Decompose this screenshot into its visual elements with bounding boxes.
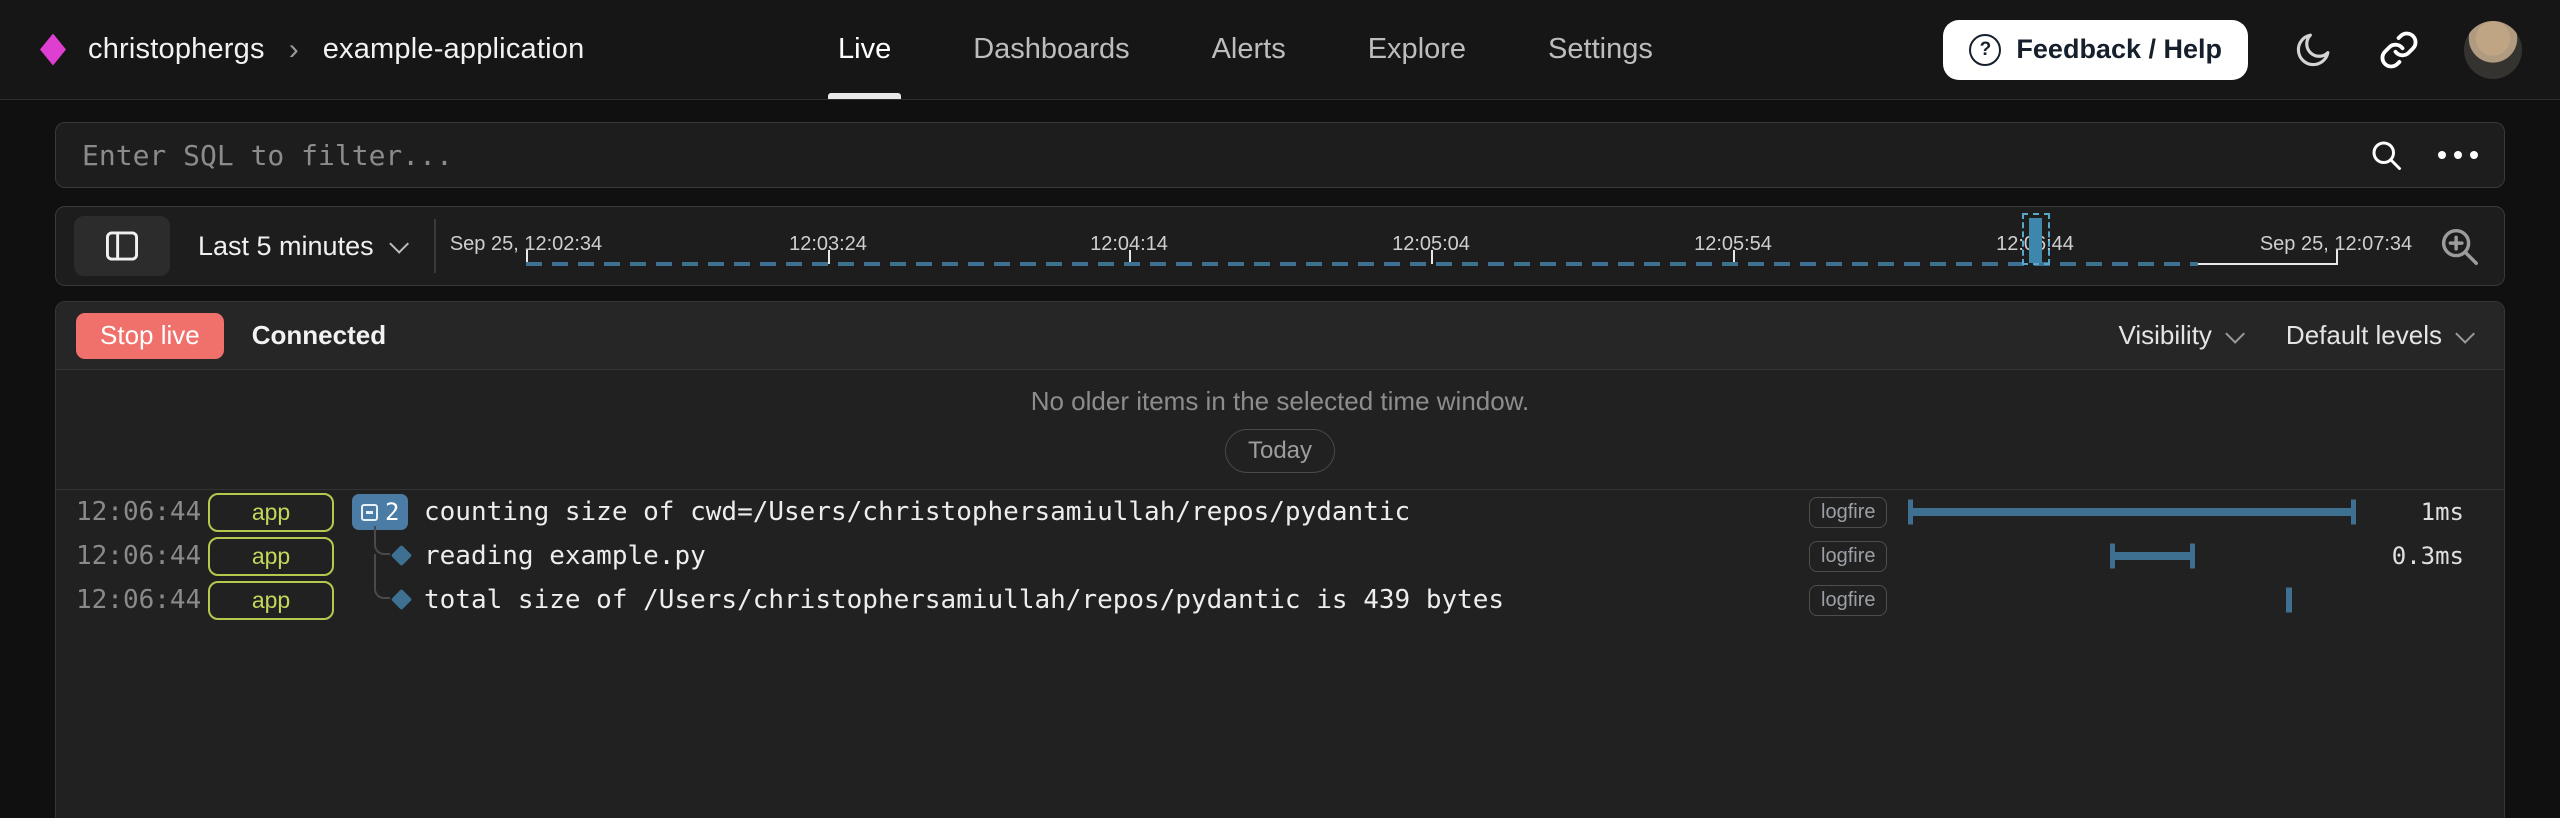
default-levels-label: Default levels bbox=[2286, 320, 2442, 351]
span-diamond-icon bbox=[391, 589, 412, 610]
log-message: reading example.py bbox=[424, 541, 1809, 571]
tab-explore[interactable]: Explore bbox=[1368, 0, 1466, 99]
tab-alerts-label: Alerts bbox=[1212, 33, 1286, 66]
today-button[interactable]: Today bbox=[1225, 429, 1335, 473]
tree-elbow bbox=[374, 570, 390, 599]
time-range-bar: Last 5 minutes Sep 25, 12:02:34 12:03:24… bbox=[55, 206, 2505, 286]
timeline-end-line bbox=[2198, 263, 2338, 265]
visibility-dropdown[interactable]: Visibility bbox=[2118, 320, 2239, 351]
share-link-button[interactable] bbox=[2378, 29, 2420, 71]
tag-badge[interactable]: logfire bbox=[1809, 585, 1887, 616]
moon-icon bbox=[2292, 29, 2334, 71]
tag-badge[interactable]: logfire bbox=[1809, 497, 1887, 528]
tab-alerts[interactable]: Alerts bbox=[1212, 0, 1286, 99]
service-badge[interactable]: app bbox=[208, 537, 334, 576]
empty-state-message: No older items in the selected time wind… bbox=[56, 386, 2504, 417]
search-icon bbox=[2368, 137, 2404, 173]
span-diamond-icon bbox=[391, 545, 412, 566]
trace-row[interactable]: 12:06:44 app total size of /Users/christ… bbox=[56, 578, 2504, 622]
logfire-logo-icon[interactable] bbox=[40, 34, 66, 66]
tab-dashboards[interactable]: Dashboards bbox=[973, 0, 1129, 99]
nav-tabs: Live Dashboards Alerts Explore Settings bbox=[838, 0, 1653, 99]
duration-bar-cell bbox=[1909, 534, 2369, 578]
service-badge[interactable]: app bbox=[208, 581, 334, 620]
sql-filter-bar bbox=[55, 122, 2505, 188]
theme-toggle-button[interactable] bbox=[2292, 29, 2334, 71]
collapse-icon bbox=[361, 504, 378, 521]
chevron-down-icon bbox=[389, 234, 409, 254]
tab-explore-label: Explore bbox=[1368, 33, 1466, 66]
duration-bar-cell bbox=[1909, 578, 2369, 622]
row-timestamp: 12:06:44 bbox=[76, 585, 196, 615]
zoom-in-button[interactable] bbox=[2436, 223, 2482, 269]
log-instant-tick bbox=[2286, 588, 2292, 613]
sidebar-panel-icon bbox=[104, 230, 140, 262]
tag-badge[interactable]: logfire bbox=[1809, 541, 1887, 572]
nav-right-cluster: ? Feedback / Help bbox=[1943, 0, 2522, 99]
default-levels-dropdown[interactable]: Default levels bbox=[2286, 320, 2470, 351]
top-nav: christophergs › example-application Live… bbox=[0, 0, 2560, 100]
zoom-in-icon bbox=[2436, 223, 2482, 269]
timeline-selection-box[interactable] bbox=[2022, 213, 2050, 265]
filter-more-button[interactable] bbox=[2438, 151, 2478, 159]
row-timestamp: 12:06:44 bbox=[76, 497, 196, 527]
breadcrumb-separator-icon: › bbox=[287, 33, 301, 67]
feedback-help-button[interactable]: ? Feedback / Help bbox=[1943, 20, 2248, 80]
ellipsis-icon bbox=[2438, 151, 2478, 159]
live-panel: Stop live Connected Visibility Default l… bbox=[55, 301, 2505, 818]
tab-live[interactable]: Live bbox=[838, 0, 891, 99]
tree-elbow bbox=[374, 526, 390, 555]
connection-status: Connected bbox=[252, 320, 386, 351]
time-range-select[interactable]: Last 5 minutes bbox=[198, 231, 404, 262]
live-toolbar: Stop live Connected Visibility Default l… bbox=[56, 302, 2504, 370]
chevron-down-icon bbox=[2225, 323, 2245, 343]
search-button[interactable] bbox=[2368, 137, 2404, 173]
duration-bar-cell bbox=[1909, 490, 2369, 534]
visibility-label: Visibility bbox=[2118, 320, 2211, 351]
tab-live-label: Live bbox=[838, 33, 891, 66]
timeline-tick bbox=[2336, 250, 2338, 264]
sql-filter-input[interactable] bbox=[82, 139, 2368, 172]
breadcrumb-org[interactable]: christophergs bbox=[88, 33, 265, 66]
question-icon: ? bbox=[1969, 34, 2001, 66]
log-message: counting size of cwd=/Users/christophers… bbox=[424, 497, 1809, 527]
log-message: total size of /Users/christophersamiulla… bbox=[424, 585, 1809, 615]
trace-row[interactable]: 12:06:44 app 2 counting size of cwd=/Use… bbox=[56, 490, 2504, 534]
link-icon bbox=[2378, 29, 2420, 71]
child-count: 2 bbox=[385, 498, 399, 526]
service-badge[interactable]: app bbox=[208, 493, 334, 532]
sidebar-toggle-button[interactable] bbox=[74, 216, 170, 276]
tab-settings-label: Settings bbox=[1548, 33, 1653, 66]
breadcrumb: christophergs › example-application bbox=[40, 33, 584, 67]
time-range-label: Last 5 minutes bbox=[198, 231, 374, 262]
user-avatar[interactable] bbox=[2464, 21, 2522, 79]
row-timestamp: 12:06:44 bbox=[76, 541, 196, 571]
duration-label: 1ms bbox=[2369, 498, 2464, 526]
span-duration-bar bbox=[2111, 552, 2194, 560]
tab-dashboards-label: Dashboards bbox=[973, 33, 1129, 66]
tree-cell bbox=[346, 578, 424, 622]
duration-label: 0.3ms bbox=[2369, 542, 2464, 570]
timebar-divider bbox=[434, 219, 436, 273]
span-duration-bar bbox=[1909, 508, 2355, 516]
breadcrumb-project[interactable]: example-application bbox=[323, 33, 585, 66]
timeline-track[interactable]: Sep 25, 12:02:34 12:03:24 12:04:14 12:05… bbox=[526, 207, 2336, 285]
tab-settings[interactable]: Settings bbox=[1548, 0, 1653, 99]
feedback-help-label: Feedback / Help bbox=[2016, 34, 2222, 65]
chevron-down-icon bbox=[2455, 323, 2475, 343]
trace-row[interactable]: 12:06:44 app reading example.py logfire … bbox=[56, 534, 2504, 578]
stop-live-button[interactable]: Stop live bbox=[76, 313, 224, 359]
collapse-span-button[interactable]: 2 bbox=[352, 494, 408, 530]
timeline-activity-dashes bbox=[526, 262, 2198, 266]
